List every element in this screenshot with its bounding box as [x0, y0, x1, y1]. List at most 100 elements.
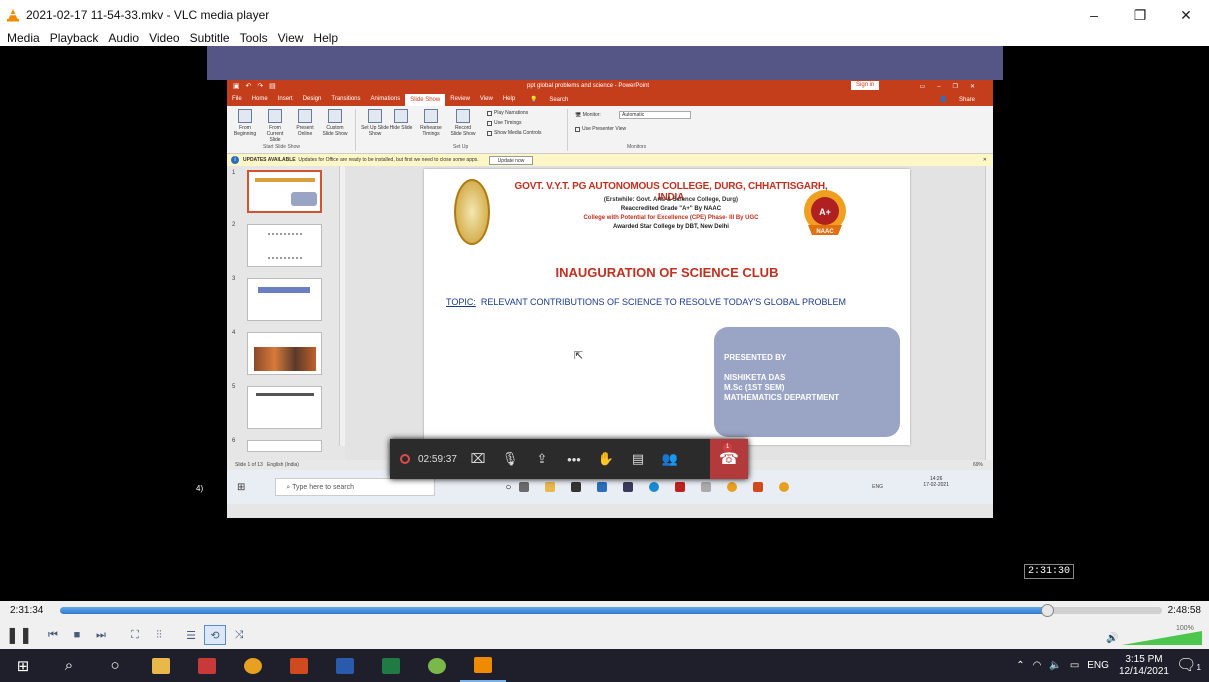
present-online-button[interactable]: Present Online: [291, 109, 319, 137]
record-button[interactable]: Record Slide Show: [449, 109, 477, 137]
ppt-ribbon: From Beginning From Current Slide Presen…: [227, 106, 993, 154]
slide-thumbnail-3[interactable]: [247, 278, 322, 321]
monitor-label: 🖥 Monitor:: [575, 112, 601, 118]
loop-button[interactable]: ⟲: [204, 625, 226, 645]
shuffle-button[interactable]: ⤨: [228, 625, 250, 645]
college-line4: Awarded Star College by DBT, New Delhi: [613, 224, 729, 230]
powerpoint-icon[interactable]: [276, 649, 322, 682]
app-icon[interactable]: [414, 649, 460, 682]
seek-bar[interactable]: [60, 604, 1162, 617]
more-options-icon[interactable]: •••: [558, 439, 590, 479]
volume-control[interactable]: 🔊 100%: [1106, 625, 1202, 647]
menu-subtitle[interactable]: Subtitle: [185, 31, 235, 45]
seek-handle[interactable]: [1041, 604, 1055, 617]
raise-hand-icon[interactable]: ✋: [590, 439, 622, 479]
next-button[interactable]: ⏭: [90, 625, 112, 645]
extended-settings-button[interactable]: ⫶⫶: [148, 625, 170, 645]
minimize-button[interactable]: –: [1071, 0, 1117, 30]
tab-view[interactable]: View: [475, 96, 498, 102]
badge-grade: A+: [819, 207, 831, 217]
share-button[interactable]: 👤 Share: [930, 96, 985, 103]
show-media-check[interactable]: Show Media Controls: [487, 130, 542, 136]
wifi-icon[interactable]: ◠: [1033, 660, 1042, 671]
cortana-icon[interactable]: ○: [92, 649, 138, 682]
excel-icon[interactable]: [368, 649, 414, 682]
tab-home[interactable]: Home: [247, 96, 273, 102]
speaker-icon: 🔊: [1106, 633, 1119, 644]
tab-help[interactable]: Help: [498, 96, 520, 102]
snipping-icon[interactable]: [184, 649, 230, 682]
fullscreen-button[interactable]: ⛶: [124, 625, 146, 645]
mic-off-icon[interactable]: 🎙: [494, 439, 526, 479]
file-explorer-icon[interactable]: [138, 649, 184, 682]
thumb-header: [258, 287, 310, 293]
camera-off-icon[interactable]: ⌧: [462, 439, 494, 479]
clock[interactable]: 3:15 PM 12/14/2021: [1119, 654, 1169, 678]
start-button[interactable]: ⊞: [0, 649, 46, 682]
vlc-icon[interactable]: [460, 649, 506, 682]
tab-file[interactable]: File: [227, 96, 247, 102]
topic-label: TOPIC:: [446, 297, 476, 307]
volume-slider[interactable]: [1122, 631, 1202, 645]
stop-button[interactable]: ■: [66, 625, 88, 645]
previous-button[interactable]: ⏮: [42, 625, 64, 645]
monitor-icon: 🖥: [575, 112, 582, 118]
slide-thumbnail-6[interactable]: [247, 440, 322, 452]
rehearse-button[interactable]: Rehearse Timings: [417, 109, 445, 137]
menu-audio[interactable]: Audio: [103, 31, 144, 45]
restore-button[interactable]: ❐: [1117, 0, 1163, 30]
video-area[interactable]: ▣ ↶ ↷ ▤ ppt global problems and science …: [0, 46, 1209, 601]
tab-transitions[interactable]: Transitions: [326, 96, 365, 102]
slide-thumbnail-1[interactable]: [247, 170, 322, 213]
play-narrations-check[interactable]: Play Narrations: [487, 110, 528, 116]
tab-insert[interactable]: Insert: [273, 96, 298, 102]
vlc-cone-icon: [7, 9, 19, 22]
tray-language[interactable]: ENG: [1087, 660, 1109, 671]
share-screen-icon[interactable]: ⇪: [526, 439, 558, 479]
presenter-name: NISHIKETA DAS: [724, 373, 786, 382]
notification-icon[interactable]: 🗨1: [1176, 655, 1201, 675]
presenter-view-check[interactable]: Use Presenter View: [575, 126, 626, 132]
from-beginning-button[interactable]: From Beginning: [231, 109, 259, 137]
menu-playback[interactable]: Playback: [45, 31, 104, 45]
battery-icon[interactable]: ▭: [1070, 660, 1079, 671]
menu-view[interactable]: View: [273, 31, 309, 45]
chevron-up-icon[interactable]: ⌃: [1016, 660, 1024, 671]
volume-icon[interactable]: 🔈: [1049, 660, 1061, 671]
use-timings-check[interactable]: Use Timings: [487, 120, 522, 126]
from-current-button[interactable]: From Current Slide: [261, 109, 289, 143]
tab-design[interactable]: Design: [298, 96, 327, 102]
notice-close-icon[interactable]: ✕: [983, 157, 987, 163]
tab-slide-show[interactable]: Slide Show: [405, 94, 446, 106]
slide-thumbnail-4[interactable]: [247, 332, 322, 375]
slide-thumbnail-2[interactable]: [247, 224, 322, 267]
word-icon[interactable]: [322, 649, 368, 682]
record-label: Record Slide Show: [450, 125, 476, 137]
monitor-select[interactable]: Automatic: [619, 111, 691, 119]
language-status: English (India): [266, 462, 299, 468]
editor-scrollbar[interactable]: [985, 166, 993, 460]
chat-icon[interactable]: ▤: [622, 439, 654, 479]
tab-animations[interactable]: Animations: [366, 96, 406, 102]
menu-video[interactable]: Video: [144, 31, 184, 45]
menu-media[interactable]: Media: [0, 31, 45, 45]
update-now-button[interactable]: Update now: [488, 155, 534, 165]
participants-icon[interactable]: 👥: [654, 439, 686, 479]
ppt-signin-button[interactable]: Sign in: [851, 81, 880, 90]
chrome-icon[interactable]: [230, 649, 276, 682]
pause-button[interactable]: ❚❚: [6, 625, 33, 645]
slide-thumbnail-5[interactable]: [247, 386, 322, 429]
menu-tools[interactable]: Tools: [235, 31, 273, 45]
menu-bar: Media Playback Audio Video Subtitle Tool…: [0, 30, 1209, 46]
zoom-level[interactable]: 69%: [973, 462, 983, 468]
slide-canvas[interactable]: GOVT. V.Y.T. PG AUTONOMOUS COLLEGE, DURG…: [424, 169, 910, 445]
hide-slide-button[interactable]: Hide Slide: [387, 109, 415, 131]
tab-search[interactable]: 💡 Search: [520, 96, 578, 103]
custom-show-button[interactable]: Custom Slide Show: [321, 109, 349, 137]
search-icon[interactable]: ⌕: [46, 649, 92, 682]
menu-help[interactable]: Help: [308, 31, 343, 45]
playlist-button[interactable]: ☰: [180, 625, 202, 645]
setup-show-button[interactable]: Set Up Slide Show: [361, 109, 389, 137]
close-button[interactable]: ✕: [1163, 0, 1209, 30]
tab-review[interactable]: Review: [445, 96, 475, 102]
